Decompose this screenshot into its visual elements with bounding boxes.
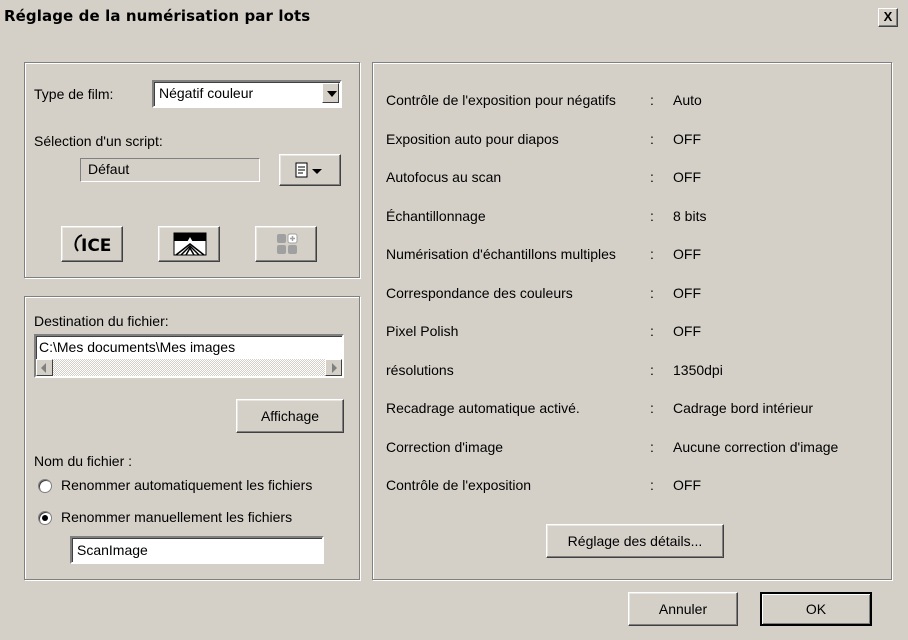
digital-filter-icon	[173, 232, 207, 256]
multi-image-button[interactable]	[255, 226, 317, 262]
filename-label: Nom du fichier :	[34, 453, 133, 469]
setting-name: Exposition auto pour diapos	[386, 131, 559, 147]
setting-row: résolutions: 1350dpi	[386, 362, 876, 382]
rename-auto-radio[interactable]	[38, 479, 52, 493]
setting-name: Contrôle de l'exposition	[386, 477, 532, 493]
setting-name: Recadrage automatique activé.	[386, 400, 580, 416]
film-type-label: Type de film:	[34, 86, 114, 102]
setting-value: OFF	[673, 131, 701, 147]
setting-row: Numérisation d'échantillons multiples: OF…	[386, 246, 876, 266]
setting-value: OFF	[673, 285, 701, 301]
setting-name: Pixel Polish	[386, 323, 459, 339]
setting-row: Exposition auto pour diapos: OFF	[386, 131, 876, 151]
setting-name: Correction d'image	[386, 439, 504, 455]
view-button[interactable]: Affichage	[236, 399, 344, 433]
setting-row: Recadrage automatique activé.: Cadrage bo…	[386, 400, 876, 420]
title-bar: Réglage de la numérisation par lots X	[0, 0, 908, 34]
film-type-select[interactable]: Négatif couleur	[152, 80, 342, 108]
setting-row: Pixel Polish: OFF	[386, 323, 876, 343]
setting-value: Cadrage bord intérieur	[673, 400, 814, 416]
script-menu-icon	[295, 162, 322, 178]
filename-input[interactable]: ScanImage	[70, 536, 324, 564]
ok-button-label: OK	[805, 601, 827, 617]
setting-name: Correspondance des couleurs	[386, 285, 573, 301]
setting-value: Aucune correction d'image	[673, 439, 839, 455]
window-title: Réglage de la numérisation par lots	[4, 7, 311, 25]
rename-manual-label: Renommer manuellement les fichiers	[61, 509, 293, 525]
setting-row: Contrôle de l'exposition pour négatifs: A…	[386, 92, 876, 112]
setting-value: 1350dpi	[673, 362, 723, 378]
destination-label: Destination du fichier:	[34, 313, 169, 329]
film-type-value: Négatif couleur	[159, 85, 254, 101]
setting-name: Autofocus au scan	[386, 169, 502, 185]
filename-value: ScanImage	[77, 542, 148, 558]
setting-value: OFF	[673, 477, 701, 493]
setting-separator: :	[650, 362, 654, 378]
setting-separator: :	[650, 169, 654, 185]
setting-name: Échantillonnage	[386, 208, 486, 224]
setting-row: Contrôle de l'exposition: OFF	[386, 477, 876, 497]
chevron-down-icon	[327, 91, 337, 97]
setting-value: 8 bits	[673, 208, 707, 224]
setting-row: Échantillonnage: 8 bits	[386, 208, 876, 228]
horizontal-scrollbar[interactable]	[36, 359, 342, 376]
setting-separator: :	[650, 92, 654, 108]
script-value-box: Défaut	[80, 158, 260, 182]
scroll-right-icon	[332, 363, 337, 373]
setting-separator: :	[650, 131, 654, 147]
setting-row: Correction d'image: Aucune correction d'i…	[386, 439, 876, 459]
rename-manual-option[interactable]: Renommer manuellement les fichiers	[38, 509, 348, 529]
ice-button[interactable]: ICE	[61, 226, 123, 262]
setting-value: OFF	[673, 246, 701, 262]
setting-value: OFF	[673, 323, 701, 339]
rename-auto-option[interactable]: Renommer automatiquement les fichiers	[38, 477, 348, 497]
setting-separator: :	[650, 285, 654, 301]
digital-filter-button[interactable]	[158, 226, 220, 262]
close-icon: X	[883, 9, 893, 24]
scroll-right-button[interactable]	[325, 359, 342, 376]
svg-text:ICE: ICE	[81, 236, 111, 256]
close-button[interactable]: X	[878, 8, 898, 27]
script-value: Défaut	[88, 161, 130, 177]
setting-separator: :	[650, 208, 654, 224]
scroll-left-button[interactable]	[36, 359, 53, 376]
setting-separator: :	[650, 246, 654, 262]
setting-separator: :	[650, 400, 654, 416]
dropdown-arrow[interactable]	[322, 83, 339, 103]
setting-name: Contrôle de l'exposition pour négatifs	[386, 92, 616, 108]
setting-row: Correspondance des couleurs: OFF	[386, 285, 876, 305]
details-button-label: Réglage des détails...	[567, 533, 703, 549]
script-label: Sélection d'un script:	[34, 133, 163, 149]
script-menu-button[interactable]	[279, 154, 341, 186]
setting-name: résolutions	[386, 362, 454, 378]
details-button[interactable]: Réglage des détails...	[546, 524, 724, 558]
setting-separator: :	[650, 477, 654, 493]
multi-image-icon	[277, 233, 298, 254]
setting-separator: :	[650, 323, 654, 339]
ice-icon: ICE	[74, 234, 111, 256]
view-button-label: Affichage	[260, 408, 320, 424]
rename-manual-radio[interactable]	[38, 511, 52, 525]
setting-value: OFF	[673, 169, 701, 185]
setting-row: Autofocus au scan: OFF	[386, 169, 876, 189]
destination-path: C:\Mes documents\Mes images	[39, 339, 236, 355]
ok-button[interactable]: OK	[760, 592, 872, 626]
rename-auto-label: Renommer automatiquement les fichiers	[61, 477, 313, 493]
setting-name: Numérisation d'échantillons multiples	[386, 246, 616, 262]
destination-path-field[interactable]: C:\Mes documents\Mes images	[34, 334, 344, 378]
cancel-button-label: Annuler	[658, 601, 708, 617]
cancel-button[interactable]: Annuler	[628, 592, 738, 626]
setting-value: Auto	[673, 92, 702, 108]
scroll-left-icon	[41, 363, 46, 373]
setting-separator: :	[650, 439, 654, 455]
